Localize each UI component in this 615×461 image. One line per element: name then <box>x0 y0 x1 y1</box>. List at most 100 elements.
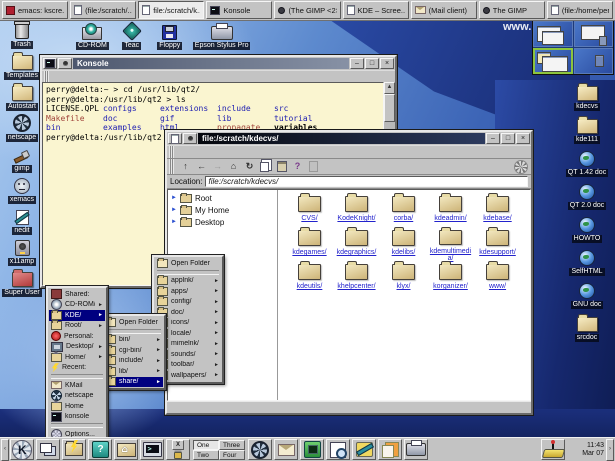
window-list-button[interactable] <box>36 439 60 460</box>
taskbar-button-gimp[interactable]: The GIMP <box>479 1 545 19</box>
desktop-icon-floppy[interactable]: Floppy <box>155 22 185 50</box>
games-button[interactable] <box>541 439 565 460</box>
kfm-titlebar[interactable]: file:/scratch/kdecvs/ – □ × <box>167 132 531 145</box>
expander-icon[interactable]: ► <box>171 219 177 225</box>
desktop-icon-trash[interactable]: Trash <box>0 23 44 49</box>
knotes-button[interactable] <box>378 439 402 460</box>
menu-item[interactable] <box>51 374 103 379</box>
folder-link[interactable]: corba/ <box>394 215 413 222</box>
expander-icon[interactable]: ► <box>171 195 177 201</box>
desktop-icon-super-user[interactable]: Super User <box>0 271 44 297</box>
konsole-button[interactable] <box>140 439 164 460</box>
folder-item[interactable]: khelpcenter/ <box>333 262 380 296</box>
copy-button[interactable] <box>258 160 273 173</box>
pager-button-four[interactable]: Four <box>219 450 245 460</box>
menu-item-root[interactable]: Root/ ► <box>49 321 105 332</box>
taskbar-button-kfm3[interactable]: (file:/home/perr... <box>547 1 613 19</box>
folder-item[interactable]: klyx/ <box>380 262 427 296</box>
desktop-icon-epson[interactable]: Epson Stylus Pro <box>193 22 251 50</box>
desktop-icon-srcdoc[interactable]: srcdoc <box>560 316 614 342</box>
window-menu-button[interactable] <box>168 133 182 144</box>
menu-item-bin[interactable]: bin/ ► <box>103 335 163 346</box>
folder-link[interactable]: klyx/ <box>397 283 411 290</box>
menubar-grip[interactable] <box>169 146 174 158</box>
konsole-titlebar[interactable]: Konsole – □ × <box>42 57 395 70</box>
desktop-icon-autostart[interactable]: Autostart <box>0 85 44 111</box>
menu-item-kde[interactable]: KDE/ ► <box>49 310 105 321</box>
tree-item-desktop[interactable]: ► Desktop <box>171 216 277 228</box>
folder-item[interactable]: kdegraphics/ <box>333 228 380 262</box>
folder-link[interactable]: kdegraphics/ <box>337 249 377 256</box>
netscape-button[interactable] <box>248 439 272 460</box>
disk-navigator-button[interactable] <box>62 439 86 460</box>
folder-item[interactable]: www/ <box>474 262 521 296</box>
folder-item[interactable]: kdebase/ <box>474 194 521 228</box>
printer-button[interactable] <box>404 439 428 460</box>
menu-item-cdrom[interactable]: CD-ROM/ ► <box>49 300 105 311</box>
menu-item-apps[interactable]: apps/ ► <box>155 286 221 297</box>
toolbar-help-button[interactable] <box>290 160 305 173</box>
kppp-button[interactable] <box>300 439 324 460</box>
desktop-icon-qt20-doc[interactable]: QT 2.0 doc <box>560 184 614 210</box>
menu-item-open-folder[interactable]: Open Folder <box>103 317 163 328</box>
home-folder-button[interactable] <box>114 439 138 460</box>
menu-item-config[interactable]: config/ ► <box>155 297 221 308</box>
sticky-pin-button[interactable] <box>183 133 197 144</box>
folder-link[interactable]: CVS/ <box>301 215 317 222</box>
desktop-icon-kde111[interactable]: kde111 <box>560 118 614 144</box>
menu-item[interactable] <box>157 270 219 275</box>
toolbar-grip[interactable] <box>169 159 174 174</box>
reload-button[interactable] <box>242 160 257 173</box>
menu-item[interactable] <box>51 423 103 428</box>
window-menu-button[interactable] <box>43 58 57 69</box>
folder-item[interactable]: kdegames/ <box>286 228 333 262</box>
pager-desktop-1[interactable] <box>533 21 573 47</box>
desktop-icon-cdrom[interactable]: CD-ROM <box>76 22 109 50</box>
kmail-button[interactable] <box>274 439 298 460</box>
maximize-button[interactable]: □ <box>501 133 515 144</box>
tree-item-root[interactable]: ► Root <box>171 192 277 204</box>
folder-link[interactable]: KodeKnight/ <box>337 215 375 222</box>
desktop-icon-gimp[interactable]: gimp <box>0 147 44 173</box>
menu-item-konsole[interactable]: konsole <box>49 412 105 423</box>
minimize-button[interactable]: – <box>486 133 500 144</box>
tree-item-my-home[interactable]: ► My Home <box>171 204 277 216</box>
folder-link[interactable]: kdeadmin/ <box>434 215 466 222</box>
taskbar-button-emacs[interactable]: emacs: kscre... <box>2 1 68 19</box>
desktop-icon-qt142-doc[interactable]: QT 1.42 doc <box>560 151 614 177</box>
panel-hide-right-button[interactable]: › <box>606 439 614 461</box>
pager-desktop-4[interactable] <box>574 48 614 74</box>
folder-link[interactable]: kdebase/ <box>483 215 511 222</box>
folder-item[interactable]: kdesupport/ <box>474 228 521 262</box>
taskbar-button-kfm1[interactable]: (file:/scratch/... <box>70 1 136 19</box>
menu-item-home[interactable]: Home/ ► <box>49 352 105 363</box>
folder-link[interactable]: khelpcenter/ <box>337 283 375 290</box>
scroll-up-icon[interactable]: ▲ <box>384 82 395 94</box>
folder-item[interactable]: korganizer/ <box>427 262 474 296</box>
location-input[interactable] <box>205 176 528 187</box>
menu-item-shared[interactable]: Shared: <box>49 289 105 300</box>
folder-link[interactable]: kdemultimedia/ <box>429 248 473 262</box>
menu-item-kmail[interactable]: KMail <box>49 380 105 391</box>
pager-button-three[interactable]: Three <box>219 440 245 450</box>
minimize-button[interactable]: – <box>350 58 364 69</box>
expander-icon[interactable]: ► <box>171 207 177 213</box>
desktop-icon-netscape[interactable]: netscape <box>0 116 44 142</box>
menu-item-recent[interactable]: Recent: <box>49 363 105 374</box>
desktop-icon-gnu-doc[interactable]: GNU doc <box>560 283 614 309</box>
desktop-icon-x11amp[interactable]: x11amp <box>0 240 44 266</box>
desktop-icon-kdecvs[interactable]: kdecvs <box>560 85 614 111</box>
folder-link[interactable]: kdegames/ <box>292 249 326 256</box>
desktop-icon-teac[interactable]: Teac <box>117 22 147 50</box>
folder-item[interactable]: kdemultimedia/ <box>427 228 474 262</box>
folder-link[interactable]: korganizer/ <box>433 283 468 290</box>
forward-button[interactable] <box>210 160 225 173</box>
sticky-pin-button[interactable] <box>58 58 72 69</box>
k-menu-button[interactable] <box>10 439 34 460</box>
menu-item-cgi-bin[interactable]: cgi-bin/ ► <box>103 345 163 356</box>
folder-item[interactable]: kdeadmin/ <box>427 194 474 228</box>
folder-item[interactable]: corba/ <box>380 194 427 228</box>
pager-desktop-2[interactable] <box>574 21 614 47</box>
desktop-icon-howto[interactable]: HOWTO <box>560 217 614 243</box>
desktop-icon-xemacs[interactable]: xemacs <box>0 178 44 204</box>
